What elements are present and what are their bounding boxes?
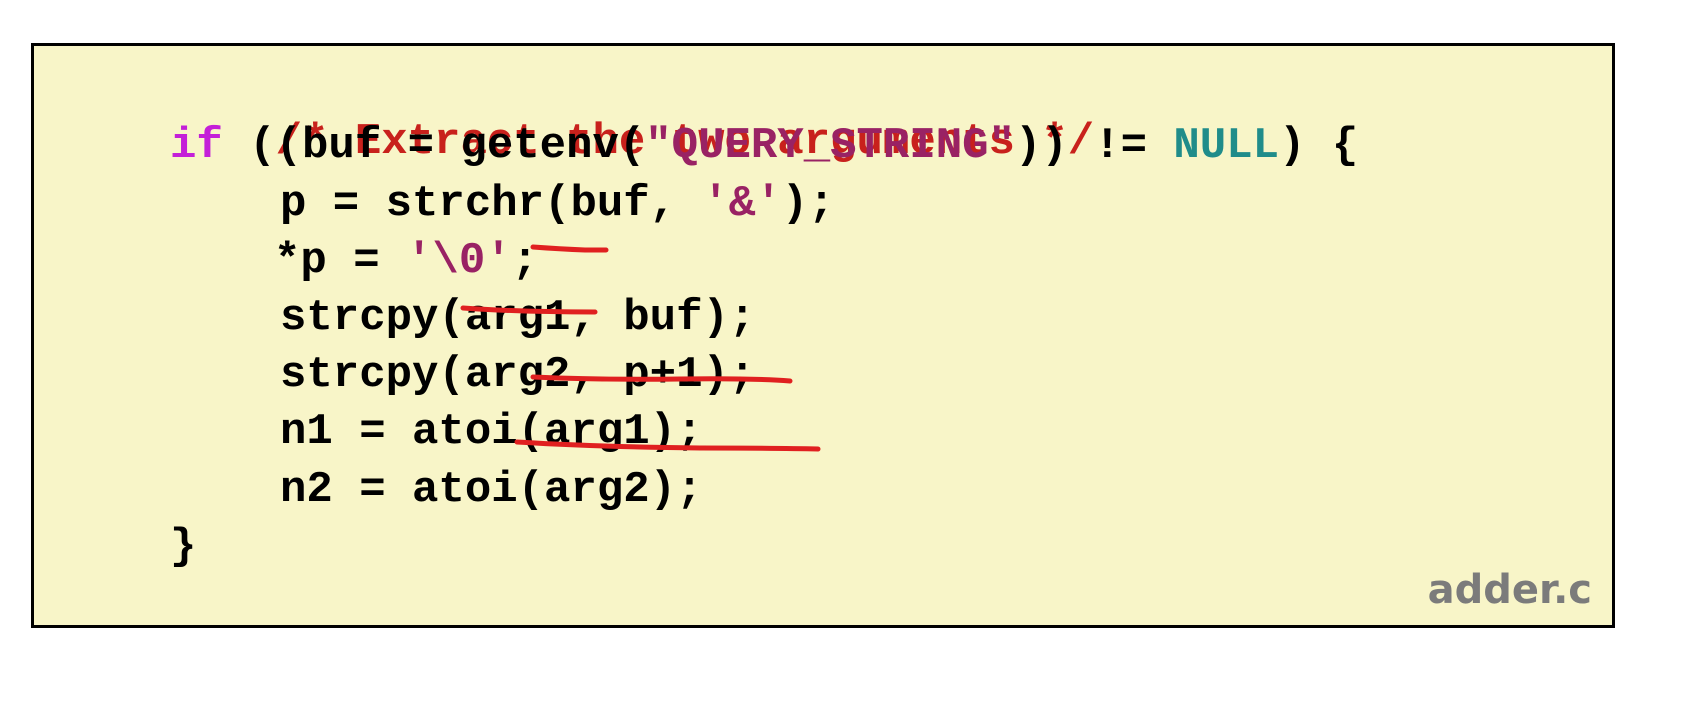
if-condition-middle: )) != — [1014, 121, 1174, 171]
if-condition-start: ((buf = getenv( — [222, 121, 646, 171]
query-string-literal: "QUERY_STRING" — [645, 121, 1015, 171]
code-nul-assign-line: *p = '\0'; — [274, 235, 538, 287]
code-strcpy1-line: strcpy(arg1, buf); — [280, 293, 756, 343]
if-keyword: if — [170, 121, 223, 171]
nul-assign-start: *p = — [274, 236, 407, 286]
code-listing: /* Extract the two arguments */ if ((buf… — [31, 43, 1615, 628]
strchr-call-end: ); — [781, 179, 835, 229]
code-n2-line: n2 = atoi(arg2); — [280, 465, 703, 515]
strchr-call-start: p = strchr(buf, — [280, 179, 703, 229]
filename-label: adder.c — [1427, 567, 1592, 613]
code-close-brace: } — [170, 522, 197, 572]
nul-assign-end: ; — [511, 236, 539, 286]
null-constant: NULL — [1173, 121, 1280, 171]
code-if-line: if ((buf = getenv("QUERY_STRING")) != NU… — [170, 120, 1358, 172]
if-condition-end: ) { — [1279, 121, 1359, 171]
nul-char-literal: '\0' — [406, 236, 512, 286]
code-strcpy2-line: strcpy(arg2, p+1); — [280, 350, 756, 400]
code-n1-line: n1 = atoi(arg1); — [280, 407, 703, 457]
code-strchr-line: p = strchr(buf, '&'); — [280, 178, 835, 230]
ampersand-char-literal: '&' — [702, 179, 782, 229]
